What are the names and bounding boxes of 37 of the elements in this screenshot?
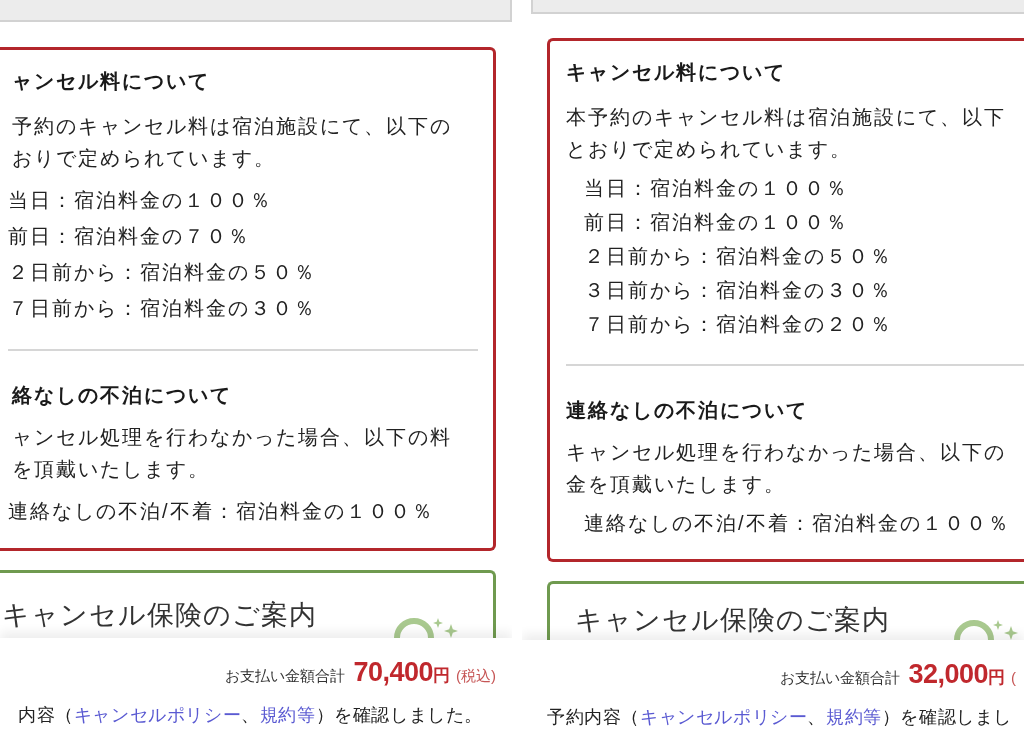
paragraph: 本予約のキャンセル料は宿泊施設にて、以下 とおりで定められています。: [566, 105, 1007, 162]
section-heading: 絡なしの不泊について: [12, 383, 233, 408]
section-heading: ャンセル料について: [12, 69, 211, 94]
fee-rule: 前日：宿泊料金の１００％: [584, 210, 849, 235]
sparkle-icon: [394, 618, 460, 638]
text-link[interactable]: キャンセルポリシー: [640, 707, 808, 727]
fee-rule: ２日前から：宿泊料金の５０％: [584, 244, 893, 269]
text-link[interactable]: 規約等: [826, 707, 882, 727]
paragraph: ャンセル処理を行わなかった場合、以下の料 を頂戴いたします。: [12, 425, 453, 482]
confirmation-text: 予約内容（キャンセルポリシー、規約等）を確認しまし: [547, 706, 1014, 729]
total-amount: 32,000: [908, 659, 988, 689]
fee-rule: 連絡なしの不泊/不着：宿泊料金の１００％: [8, 499, 435, 524]
tax-note: (: [1011, 668, 1016, 688]
total-amount: 70,400: [353, 657, 433, 687]
total-label: お支払い金額合計: [225, 666, 346, 686]
currency-unit: 円: [988, 668, 1005, 687]
fee-rule: 当日：宿泊料金の１００％: [8, 188, 273, 213]
banner-heading: キャンセル保険のご案内: [2, 599, 317, 631]
fee-rule: ７日前から：宿泊料金の２０％: [584, 312, 893, 337]
fee-rule: ２日前から：宿泊料金の５０％: [8, 260, 317, 285]
fee-rule: 当日：宿泊料金の１００％: [584, 176, 849, 201]
section-heading: キャンセル料について: [566, 60, 787, 85]
total-label: お支払い金額合計: [780, 668, 901, 688]
section-heading: 連絡なしの不泊について: [566, 398, 809, 423]
text-link[interactable]: 規約等: [259, 705, 316, 725]
currency-unit: 円: [433, 666, 450, 685]
fee-rule: 前日：宿泊料金の７０％: [8, 224, 251, 249]
paragraph: キャンセル処理を行わなかった場合、以下の 金を頂戴いたします。: [566, 440, 1007, 497]
fee-rule: ３日前から：宿泊料金の３０％: [584, 278, 893, 303]
confirmation-text: 内容（キャンセルポリシー、規約等）を確認しました。: [18, 704, 485, 727]
paragraph: 予約のキャンセル料は宿泊施設にて、以下の おりで定められています。: [12, 114, 453, 171]
tax-note: (税込): [456, 666, 496, 686]
sparkle-icon: [954, 620, 1020, 640]
fee-rule: ７日前から：宿泊料金の３０％: [8, 296, 317, 321]
fee-rule: 連絡なしの不泊/不着：宿泊料金の１００％: [584, 511, 1011, 536]
text-link[interactable]: キャンセルポリシー: [73, 705, 242, 725]
banner-heading: キャンセル保険のご案内: [575, 604, 890, 636]
